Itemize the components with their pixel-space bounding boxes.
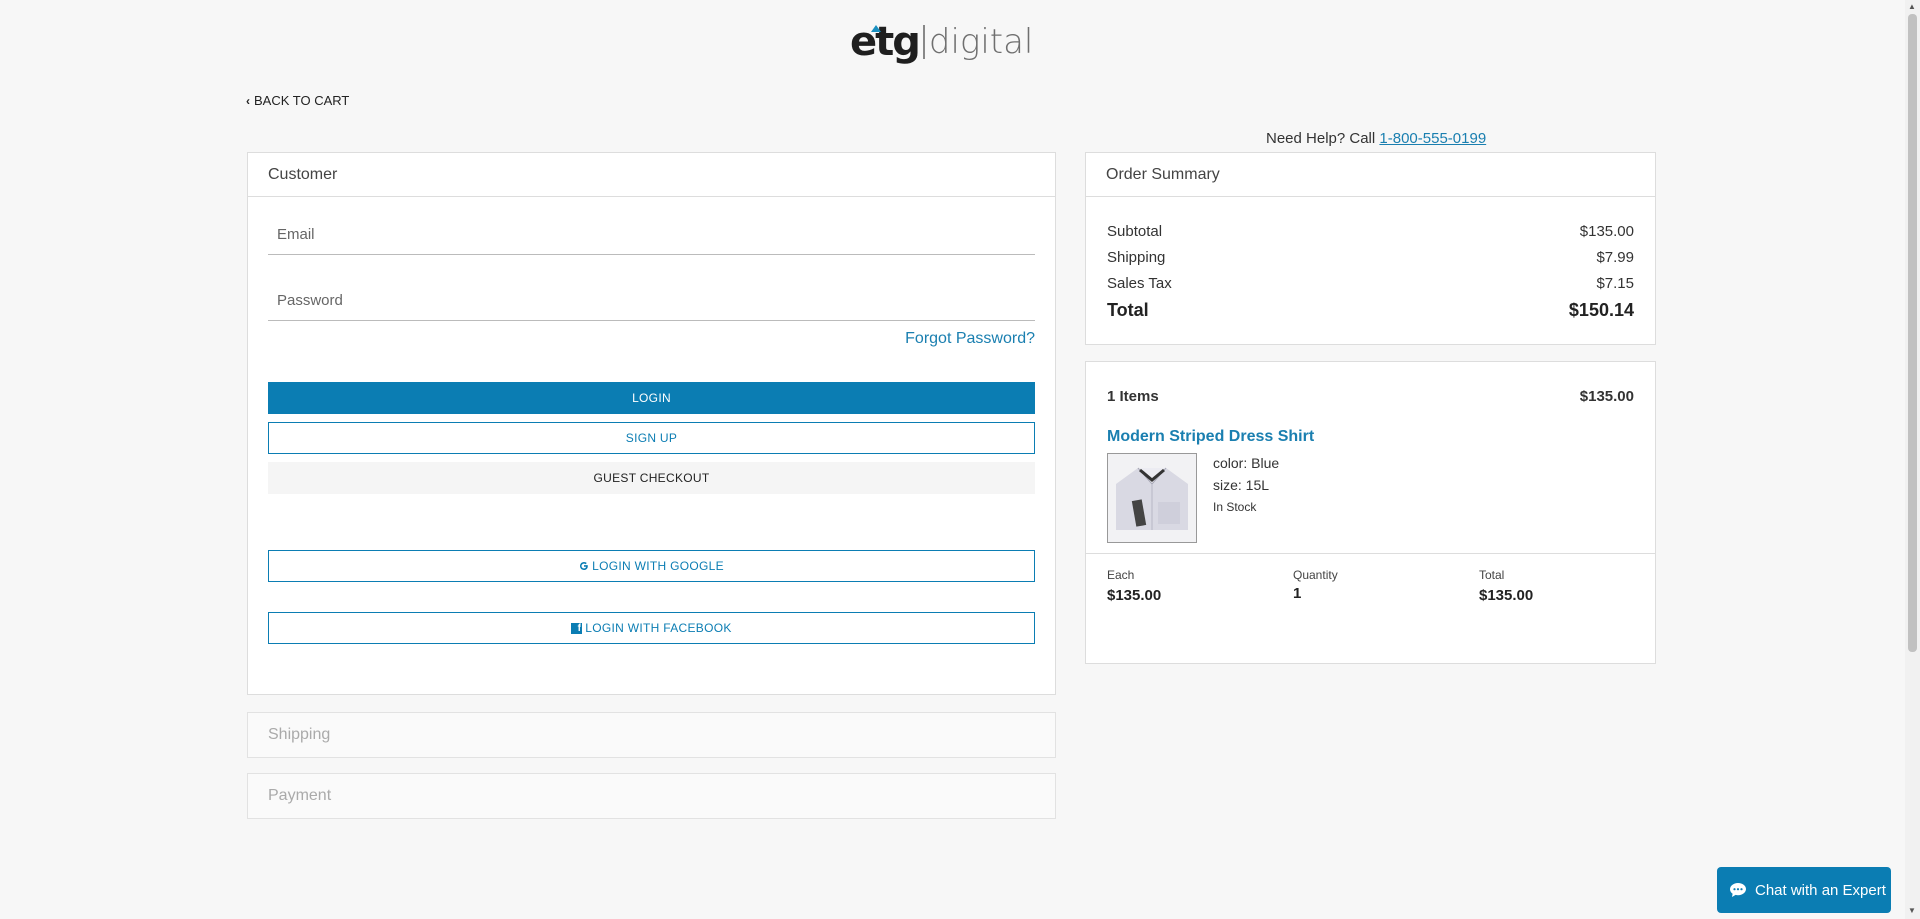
quantity-label: Quantity xyxy=(1293,568,1338,582)
logo-triangle-icon xyxy=(871,25,881,32)
order-summary-panel: Order Summary Subtotal $135.00 Shipping … xyxy=(1085,152,1656,345)
summary-row-value: $7.15 xyxy=(1596,275,1634,292)
order-summary-title: Order Summary xyxy=(1086,153,1655,197)
page-scrollbar[interactable]: ▲ ▼ xyxy=(1905,0,1920,919)
login-with-facebook-button[interactable]: f LOGIN WITH FACEBOOK xyxy=(268,612,1035,644)
guest-checkout-button[interactable]: GUEST CHECKOUT xyxy=(268,462,1035,494)
summary-row: Shipping $7.99 xyxy=(1107,249,1634,266)
logo-divider xyxy=(922,25,925,59)
summary-row-value: $135.00 xyxy=(1579,223,1634,240)
cart-items-panel: 1 Items $135.00 Modern Striped Dress Shi… xyxy=(1085,361,1656,664)
google-icon xyxy=(579,561,589,571)
forgot-password-link[interactable]: Forgot Password? xyxy=(905,330,1035,348)
help-line: Need Help? Call 1-800-555-0199 xyxy=(1266,130,1486,147)
summary-row-value: $7.99 xyxy=(1596,249,1634,266)
chat-bubble-icon xyxy=(1729,882,1747,898)
login-button[interactable]: LOGIN xyxy=(268,382,1035,414)
summary-row-label: Sales Tax xyxy=(1107,275,1172,292)
login-with-google-button[interactable]: LOGIN WITH GOOGLE xyxy=(268,550,1035,582)
back-to-cart-link[interactable]: ‹ BACK TO CART xyxy=(246,93,349,108)
help-phone-link[interactable]: 1-800-555-0199 xyxy=(1379,130,1486,147)
email-field-wrapper xyxy=(268,215,1035,255)
scroll-up-icon[interactable]: ▲ xyxy=(1908,2,1916,11)
shipping-section[interactable]: Shipping xyxy=(247,712,1056,758)
logo-mark: etg xyxy=(850,19,921,65)
cart-items-header: 1 Items $135.00 xyxy=(1107,388,1634,405)
summary-row-label: Shipping xyxy=(1107,249,1166,266)
summary-row: Sales Tax $7.15 xyxy=(1107,275,1634,292)
sign-up-button[interactable]: SIGN UP xyxy=(268,422,1035,454)
facebook-icon: f xyxy=(571,622,583,634)
product-name-link[interactable]: Modern Striped Dress Shirt xyxy=(1107,428,1314,446)
each-price-column: Each $135.00 xyxy=(1107,568,1161,604)
email-field[interactable] xyxy=(268,215,1035,254)
shipping-section-title: Shipping xyxy=(268,726,331,743)
back-to-cart-label: BACK TO CART xyxy=(254,93,350,108)
help-prefix: Need Help? Call xyxy=(1266,130,1380,147)
password-field[interactable] xyxy=(268,281,1035,320)
product-color: color: Blue xyxy=(1213,455,1280,471)
line-total-value: $135.00 xyxy=(1479,587,1534,604)
login-with-google-label: LOGIN WITH GOOGLE xyxy=(592,559,724,573)
chat-with-expert-button[interactable]: Chat with an Expert xyxy=(1717,867,1891,913)
product-thumbnail[interactable] xyxy=(1107,453,1197,543)
customer-panel-title: Customer xyxy=(248,153,1055,197)
chevron-left-icon: ‹ xyxy=(246,93,250,108)
each-value: $135.00 xyxy=(1107,587,1162,604)
logo-text: digital xyxy=(928,22,1034,62)
payment-section-title: Payment xyxy=(268,787,332,804)
password-field-wrapper xyxy=(268,281,1035,321)
scrollbar-thumb[interactable] xyxy=(1908,14,1917,652)
customer-panel: Customer Forgot Password? LOGIN SIGN UP … xyxy=(247,152,1056,695)
line-total-label: Total xyxy=(1479,568,1505,582)
items-divider xyxy=(1086,553,1655,554)
summary-row-label: Subtotal xyxy=(1107,223,1163,240)
quantity-value: 1 xyxy=(1293,585,1302,602)
items-total: $135.00 xyxy=(1579,388,1634,405)
items-count: 1 Items xyxy=(1107,388,1159,405)
product-size: size: 15L xyxy=(1213,477,1270,493)
summary-total-value: $150.14 xyxy=(1568,300,1634,320)
payment-section[interactable]: Payment xyxy=(247,773,1056,819)
summary-total-label: Total xyxy=(1107,300,1149,320)
stock-status: In Stock xyxy=(1213,500,1257,514)
each-label: Each xyxy=(1107,568,1135,582)
quantity-column: Quantity 1 xyxy=(1293,568,1338,602)
chat-label: Chat with an Expert xyxy=(1755,881,1886,899)
summary-total-row: Total $150.14 xyxy=(1107,300,1634,321)
etg-digital-logo[interactable]: etg digital xyxy=(850,18,1033,66)
line-total-column: Total $135.00 xyxy=(1479,568,1533,604)
scroll-down-icon[interactable]: ▼ xyxy=(1908,906,1916,915)
summary-row: Subtotal $135.00 xyxy=(1107,223,1634,240)
login-with-facebook-label: LOGIN WITH FACEBOOK xyxy=(585,621,732,635)
